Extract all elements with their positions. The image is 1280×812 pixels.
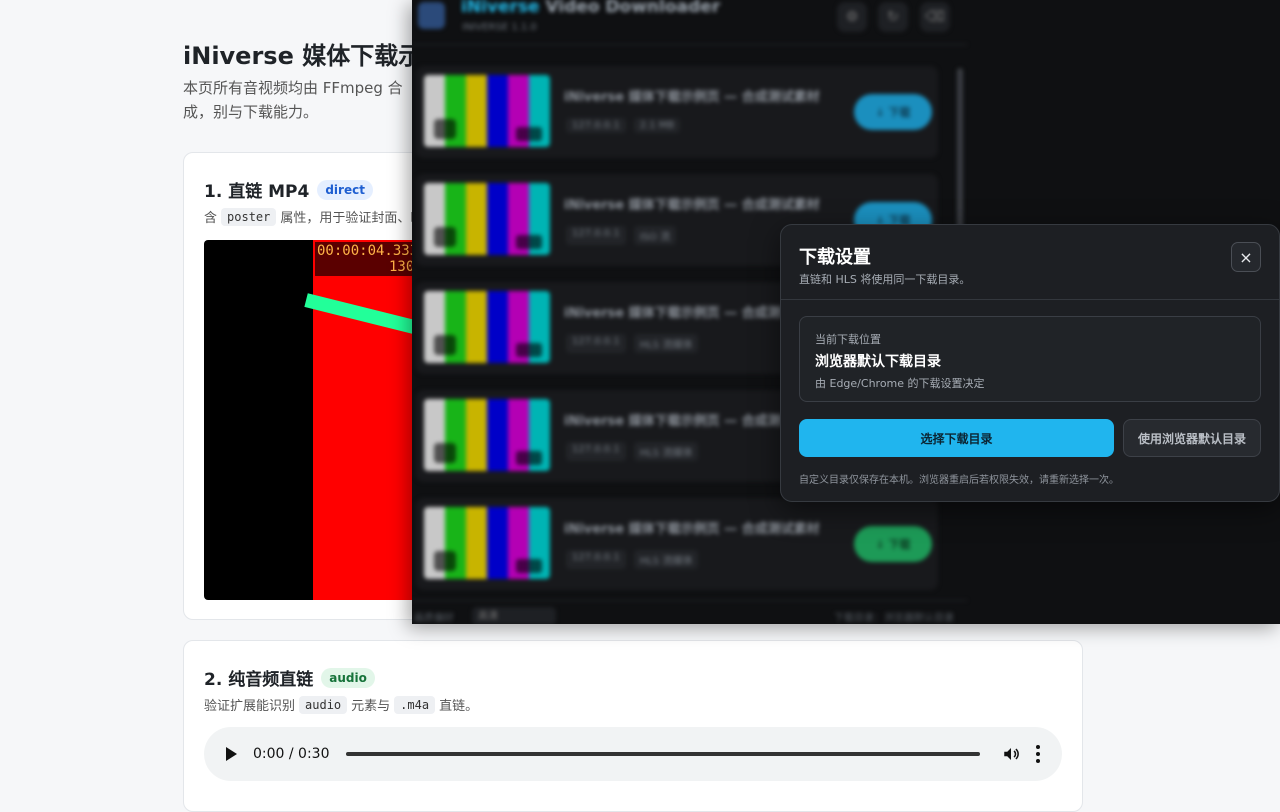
dialog-footnote: 自定义目录仅保存在本机。浏览器重启后若权限失效，请重新选择一次。: [799, 475, 1119, 486]
desc-text: 含: [204, 211, 218, 226]
header-divider: [412, 44, 967, 45]
popup-footer: 画质偏好 高清 下载目录：浏览器默认目录: [412, 600, 967, 624]
refresh-icon[interactable]: ↻: [878, 2, 908, 32]
media-item[interactable]: iNiverse 媒体下载示例页 — 合成测试素材 127.0.0.1 HLS 流媒…: [416, 498, 938, 590]
download-settings-dialog: 下载设置 直链和 HLS 将使用同一下载目录。 × 当前下载位置 浏览器默认下载…: [780, 224, 1280, 502]
media-size: ISO 流: [633, 226, 677, 245]
page-description: 本页所有音视频均由 FFmpeg 合成，别与下载能力。: [183, 79, 403, 121]
media-thumbnail: [424, 183, 550, 255]
audio-badge: audio: [321, 667, 375, 688]
duration-badge: [516, 235, 542, 249]
dialog-divider: [781, 299, 1279, 300]
media-thumbnail: [424, 507, 550, 579]
card-title-text: 2. 纯音频直链: [204, 670, 314, 690]
media-meta: 127.0.0.1 HLS 流媒体: [566, 334, 699, 353]
card-title: 1. 直链 MP4 direct: [204, 177, 373, 202]
choose-directory-button[interactable]: 选择下载目录: [799, 419, 1114, 457]
media-title: iNiverse 媒体下载示例页 — 合成测试素材: [564, 522, 820, 537]
card-description: 含 poster 属性，用于验证封面、时: [204, 207, 423, 226]
media-source: 127.0.0.1: [566, 442, 626, 461]
location-label: 当前下载位置: [815, 333, 881, 346]
media-thumbnail: [424, 291, 550, 363]
media-item[interactable]: iNiverse 媒体下载示例页 — 合成测试素材 127.0.0.1 2.1 MB…: [416, 66, 938, 158]
card-description: 验证扩展能识别 audio 元素与 .m4a 直链。: [204, 695, 478, 714]
media-title: iNiverse 媒体下载示例页 — 合成测试素材: [564, 90, 820, 105]
play-icon: [434, 227, 456, 247]
video-frame-number: 130: [389, 259, 415, 275]
desc-text-suffix: 直链。: [439, 699, 479, 714]
settings-gear-icon[interactable]: ⚙: [837, 2, 867, 32]
duration-badge: [516, 451, 542, 465]
media-size: HLS 流媒体: [633, 442, 699, 461]
media-meta: 127.0.0.1 ISO 流: [566, 226, 677, 245]
app-subtitle: INIVERSE 1.1.0: [462, 22, 537, 33]
audio-time: 0:00 / 0:30: [253, 746, 330, 762]
card-title-text: 1. 直链 MP4: [204, 182, 310, 202]
play-icon: [434, 119, 456, 139]
media-source: 127.0.0.1: [566, 550, 626, 569]
quality-select[interactable]: 高清: [472, 607, 556, 624]
media-source: 127.0.0.1: [566, 226, 626, 245]
media-meta: 127.0.0.1 HLS 流媒体: [566, 442, 699, 461]
download-button[interactable]: ↓ 下载: [854, 94, 932, 130]
location-value: 浏览器默认下载目录: [815, 354, 941, 370]
duration-badge: [516, 343, 542, 357]
desc-text-mid: 元素与: [351, 699, 391, 714]
close-icon[interactable]: ×: [1231, 242, 1261, 272]
media-thumbnail: [424, 75, 550, 147]
play-icon: [434, 443, 456, 463]
audio-player: 0:00 / 0:30: [204, 727, 1062, 781]
popup-header: iNiverse Video Downloader INIVERSE 1.1.0…: [412, 0, 967, 46]
media-thumbnail: [424, 399, 550, 471]
app-title-accent: iNiverse: [461, 0, 540, 17]
media-size: HLS 流媒体: [633, 334, 699, 353]
media-size: HLS 流媒体: [633, 550, 699, 569]
app-logo-icon: [418, 2, 445, 29]
desc-text: 验证扩展能识别: [204, 699, 296, 714]
media-source: 127.0.0.1: [566, 334, 626, 353]
clear-icon[interactable]: ⌫: [920, 2, 950, 32]
card-title: 2. 纯音频直链 audio: [204, 665, 375, 690]
duration-badge: [516, 127, 542, 141]
audio-seek-bar[interactable]: [345, 752, 980, 756]
use-browser-default-button[interactable]: 使用浏览器默认目录: [1123, 419, 1261, 457]
m4a-code: .m4a: [394, 695, 436, 714]
play-icon: [434, 551, 456, 571]
dialog-subtitle: 直链和 HLS 将使用同一下载目录。: [799, 273, 971, 286]
media-title: iNiverse 媒体下载示例页 — 合成测试素材: [564, 198, 820, 213]
duration-badge: [516, 559, 542, 573]
app-title-rest: Video Downloader: [545, 0, 721, 17]
audio-card: 2. 纯音频直链 audio 验证扩展能识别 audio 元素与 .m4a 直链…: [183, 640, 1083, 812]
dialog-title: 下载设置: [799, 247, 871, 268]
media-size: 2.1 MB: [633, 118, 681, 133]
more-options-icon[interactable]: [1036, 745, 1040, 763]
play-icon[interactable]: [226, 747, 237, 761]
media-source: 127.0.0.1: [566, 118, 626, 133]
quality-label: 画质偏好: [414, 613, 454, 624]
video-timecode: 00:00:04.333: [317, 243, 419, 259]
audio-code: audio: [299, 695, 348, 714]
direct-badge: direct: [317, 179, 373, 200]
volume-icon[interactable]: [1002, 745, 1020, 763]
page-title: iNiverse 媒体下载示例: [183, 42, 447, 70]
media-meta: 127.0.0.1 2.1 MB: [566, 118, 681, 133]
desc-text-suffix: 属性，用于验证封面、时: [280, 211, 424, 226]
download-dir-status: 下载目录：浏览器默认目录: [834, 613, 954, 624]
current-location-box: 当前下载位置 浏览器默认下载目录 由 Edge/Chrome 的下载设置决定: [799, 316, 1261, 402]
poster-code: poster: [221, 207, 277, 226]
app-title: iNiverse Video Downloader: [461, 0, 720, 17]
media-meta: 127.0.0.1 HLS 流媒体: [566, 550, 699, 569]
location-note: 由 Edge/Chrome 的下载设置决定: [815, 377, 985, 390]
download-button[interactable]: ↓ 下载: [854, 526, 932, 562]
play-icon: [434, 335, 456, 355]
